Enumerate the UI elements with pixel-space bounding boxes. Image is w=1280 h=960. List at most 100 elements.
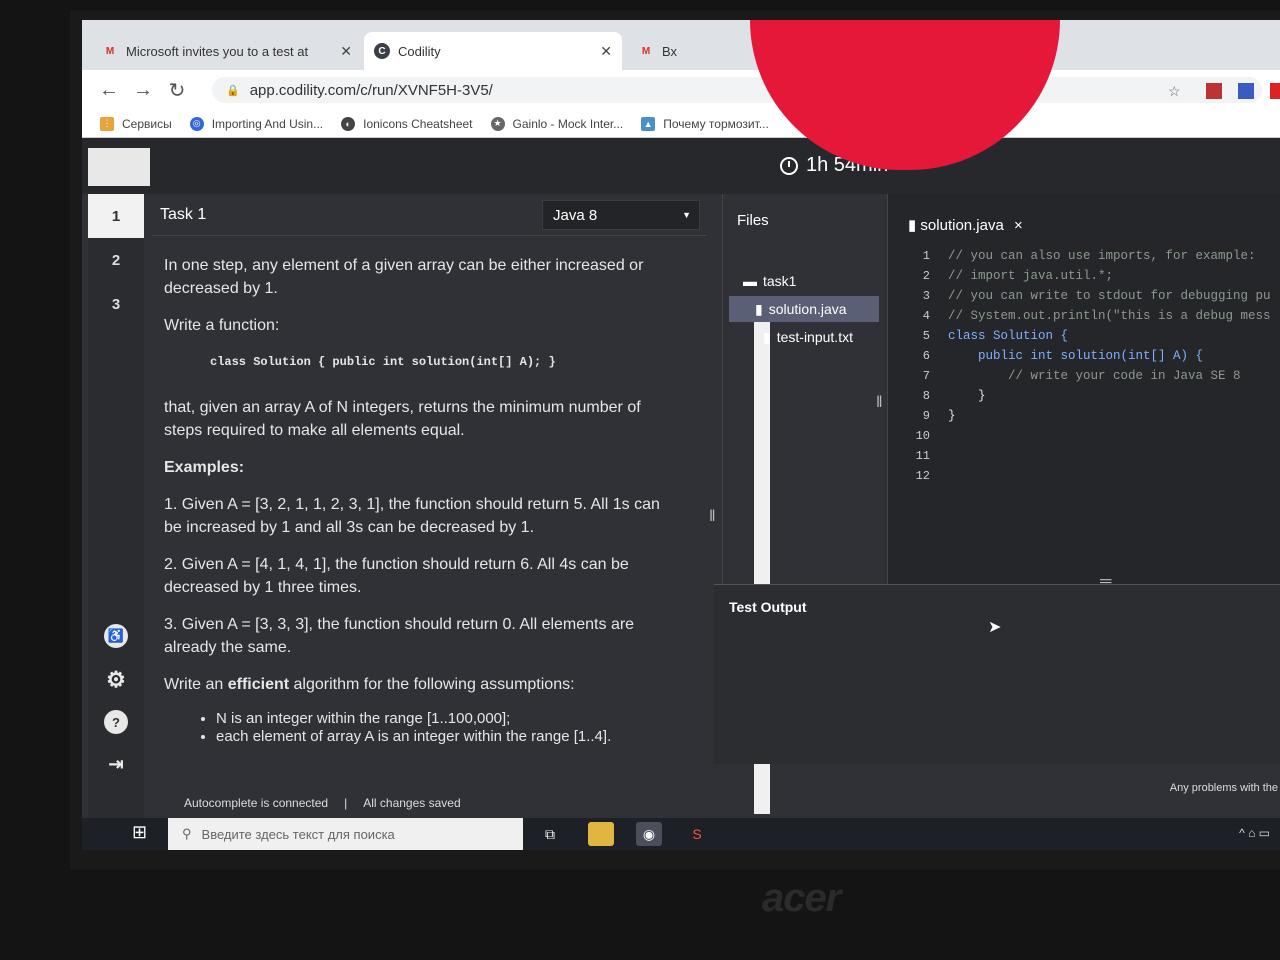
codility-app: 1h 54min 1 2 3 ♿ ⚙ ? ⇥ Task 1 Java 8 ▼ I… (82, 138, 1280, 850)
task-tab-2[interactable]: 2 (88, 238, 144, 282)
site-icon: ◎ (189, 116, 204, 131)
code-line: // write your code in Java SE 8 (948, 369, 1241, 383)
tab-title: Codility (398, 43, 441, 59)
folder-icon: ▬ (743, 273, 757, 289)
examples-heading: Examples: (164, 459, 245, 476)
bookmark-label: Importing And Usin... (211, 116, 324, 131)
task-write-prompt: Write a function: (164, 317, 280, 334)
editor-tab-label: solution.java (920, 217, 1004, 234)
clock-icon (780, 156, 798, 175)
task-number: 3 (111, 295, 121, 313)
task-tab-3[interactable]: 3 (88, 282, 144, 326)
code-editor[interactable]: ▮ solution.java × 1 2 3 4 5 6 7 8 9 10 11 12 // you… (887, 194, 1280, 584)
code-line: // you can write to stdout for debugging… (948, 289, 1271, 303)
example-3: 3. Given A = [3, 3, 3], the function sho… (164, 616, 635, 656)
url-text: app.codility.com/c/run/XVNF5H-3V5/ (249, 81, 493, 99)
code-line: // System.out.println("this is a debug m… (948, 309, 1271, 323)
back-arrow-icon[interactable]: ← (92, 79, 126, 102)
task-tab-1[interactable]: 1 (88, 194, 144, 238)
problems-link[interactable]: Any problems with the (1170, 782, 1278, 794)
bookmark-label: Почему тормозит... (663, 116, 769, 131)
file-solution-java[interactable]: ▮ solution.java (729, 296, 879, 322)
bookmark-label: Сервисы (122, 116, 172, 131)
file-icon: ▮ (755, 300, 763, 317)
reload-icon[interactable]: ↻ (160, 78, 194, 103)
file-icon: ▮ (763, 328, 771, 345)
file-label: test-input.txt (776, 329, 853, 345)
browser-address-bar: ← → ↻ 🔒 app.codility.com/c/run/XVNF5H-3V… (82, 70, 1280, 110)
url-field[interactable]: 🔒 app.codility.com/c/run/XVNF5H-3V5/ (212, 77, 1262, 103)
close-icon[interactable]: ✕ (600, 43, 612, 60)
pane-resize-handle[interactable]: ‖ (709, 508, 716, 526)
browser-tab-bar: M Microsoft invites you to a test at ✕ C… (82, 20, 1280, 70)
file-label: solution.java (768, 301, 847, 317)
file-explorer-icon[interactable] (588, 822, 614, 846)
language-select[interactable]: Java 8 ▼ (542, 200, 700, 230)
bookmark-item[interactable]: ★ Gainlo - Mock Inter... (490, 116, 623, 131)
bookmark-item[interactable]: ▲ Почему тормозит... (641, 116, 769, 131)
chrome-icon[interactable]: ◉ (636, 822, 662, 846)
folder-task1[interactable]: ▬ task1 (735, 268, 796, 294)
search-placeholder: Введите здесь текст для поиска (201, 826, 395, 842)
pane-resize-handle[interactable]: ‖ (876, 394, 883, 412)
folder-label: task1 (763, 273, 797, 289)
accessibility-icon[interactable]: ♿ (104, 624, 128, 648)
windows-start-icon[interactable]: ⊞ (132, 822, 156, 846)
system-tray: ^ ⌂ ▭ (1239, 826, 1270, 840)
windows-taskbar: ⊞ ⚲ Введите здесь текст для поиска ⧉ ◉ S… (82, 818, 1280, 850)
task-number: 2 (111, 251, 121, 269)
status-bar: Autocomplete is connected | All changes … (152, 782, 1280, 818)
bookmarks-bar: ⋮ Сервисы ◎ Importing And Usin... ◐ Ioni… (82, 110, 1280, 138)
code-line: } (948, 389, 986, 403)
extension-icon[interactable] (1206, 83, 1222, 99)
task-view-icon[interactable]: ⧉ (537, 822, 563, 846)
chevron-down-icon: ▼ (682, 210, 691, 220)
bookmark-item[interactable]: ◎ Importing And Usin... (189, 116, 324, 131)
task-intro: In one step, any element of a given arra… (164, 257, 644, 297)
bookmark-item[interactable]: ◐ Ionicons Cheatsheet (341, 116, 473, 131)
bookmark-star-icon[interactable]: ☆ (1168, 83, 1181, 100)
tab-gmail-invite[interactable]: M Microsoft invites you to a test at ✕ (92, 32, 362, 70)
assumptions-text: algorithm for the following assumptions: (289, 676, 575, 693)
close-icon[interactable]: × (1014, 217, 1023, 234)
forward-arrow-icon[interactable]: → (126, 79, 160, 102)
assumptions-heading: Write an efficient algorithm for the fol… (164, 673, 679, 696)
taskbar-search-input[interactable]: ⚲ Введите здесь текст для поиска (168, 818, 523, 850)
assumptions-list: N is an integer within the range [1..100… (216, 710, 679, 746)
test-output-pane: Test Output ═ ➤ (714, 573, 1280, 764)
bookmark-label: Ionicons Cheatsheet (363, 116, 473, 131)
assumption-item: N is an integer within the range [1..100… (216, 710, 679, 728)
bookmark-apps[interactable]: ⋮ Сервисы (100, 116, 172, 131)
files-heading: Files (737, 212, 769, 229)
code-line: // you can also use imports, for example… (948, 249, 1256, 263)
tab-gmail-inbox[interactable]: M Вх (628, 32, 688, 70)
exit-icon[interactable]: ⇥ (104, 752, 128, 776)
code-line: // import java.util.*; (948, 269, 1114, 283)
tab-codility[interactable]: C Codility ✕ (364, 32, 622, 70)
pane-resize-handle[interactable]: ═ (1100, 573, 1111, 591)
tab-title: Microsoft invites you to a test at (126, 43, 309, 59)
search-icon: ⚲ (182, 826, 192, 841)
example-2: 2. Given A = [4, 1, 4, 1], the function … (164, 556, 629, 596)
site-icon: ◐ (341, 116, 356, 131)
example-1: 1. Given A = [3, 2, 1, 1, 2, 3, 1], the … (164, 496, 660, 536)
help-icon[interactable]: ? (104, 710, 128, 734)
test-output-heading: Test Output (729, 599, 807, 615)
site-icon: ★ (490, 116, 505, 131)
extension-icon[interactable] (1238, 83, 1254, 99)
function-signature: class Solution { public int solution(int… (210, 355, 556, 369)
tab-title: Вх (662, 43, 678, 59)
file-test-input[interactable]: ▮ test-input.txt (755, 324, 853, 350)
mouse-cursor-icon: ➤ (988, 619, 1002, 636)
lock-icon: 🔒 (226, 84, 240, 97)
photo-background: M Microsoft invites you to a test at ✕ C… (0, 0, 1280, 960)
source-code[interactable]: // you can also use imports, for example… (948, 246, 1271, 426)
close-icon[interactable]: ✕ (340, 43, 352, 60)
task-number: 1 (111, 207, 121, 225)
extension-icon[interactable] (1270, 83, 1280, 99)
code-line: public int solution(int[] A) { (948, 349, 1204, 363)
app-icon[interactable]: S (684, 822, 710, 846)
gear-icon[interactable]: ⚙ (104, 667, 128, 692)
editor-tab[interactable]: ▮ solution.java × (908, 216, 1023, 234)
file-icon: ▮ (908, 217, 921, 234)
